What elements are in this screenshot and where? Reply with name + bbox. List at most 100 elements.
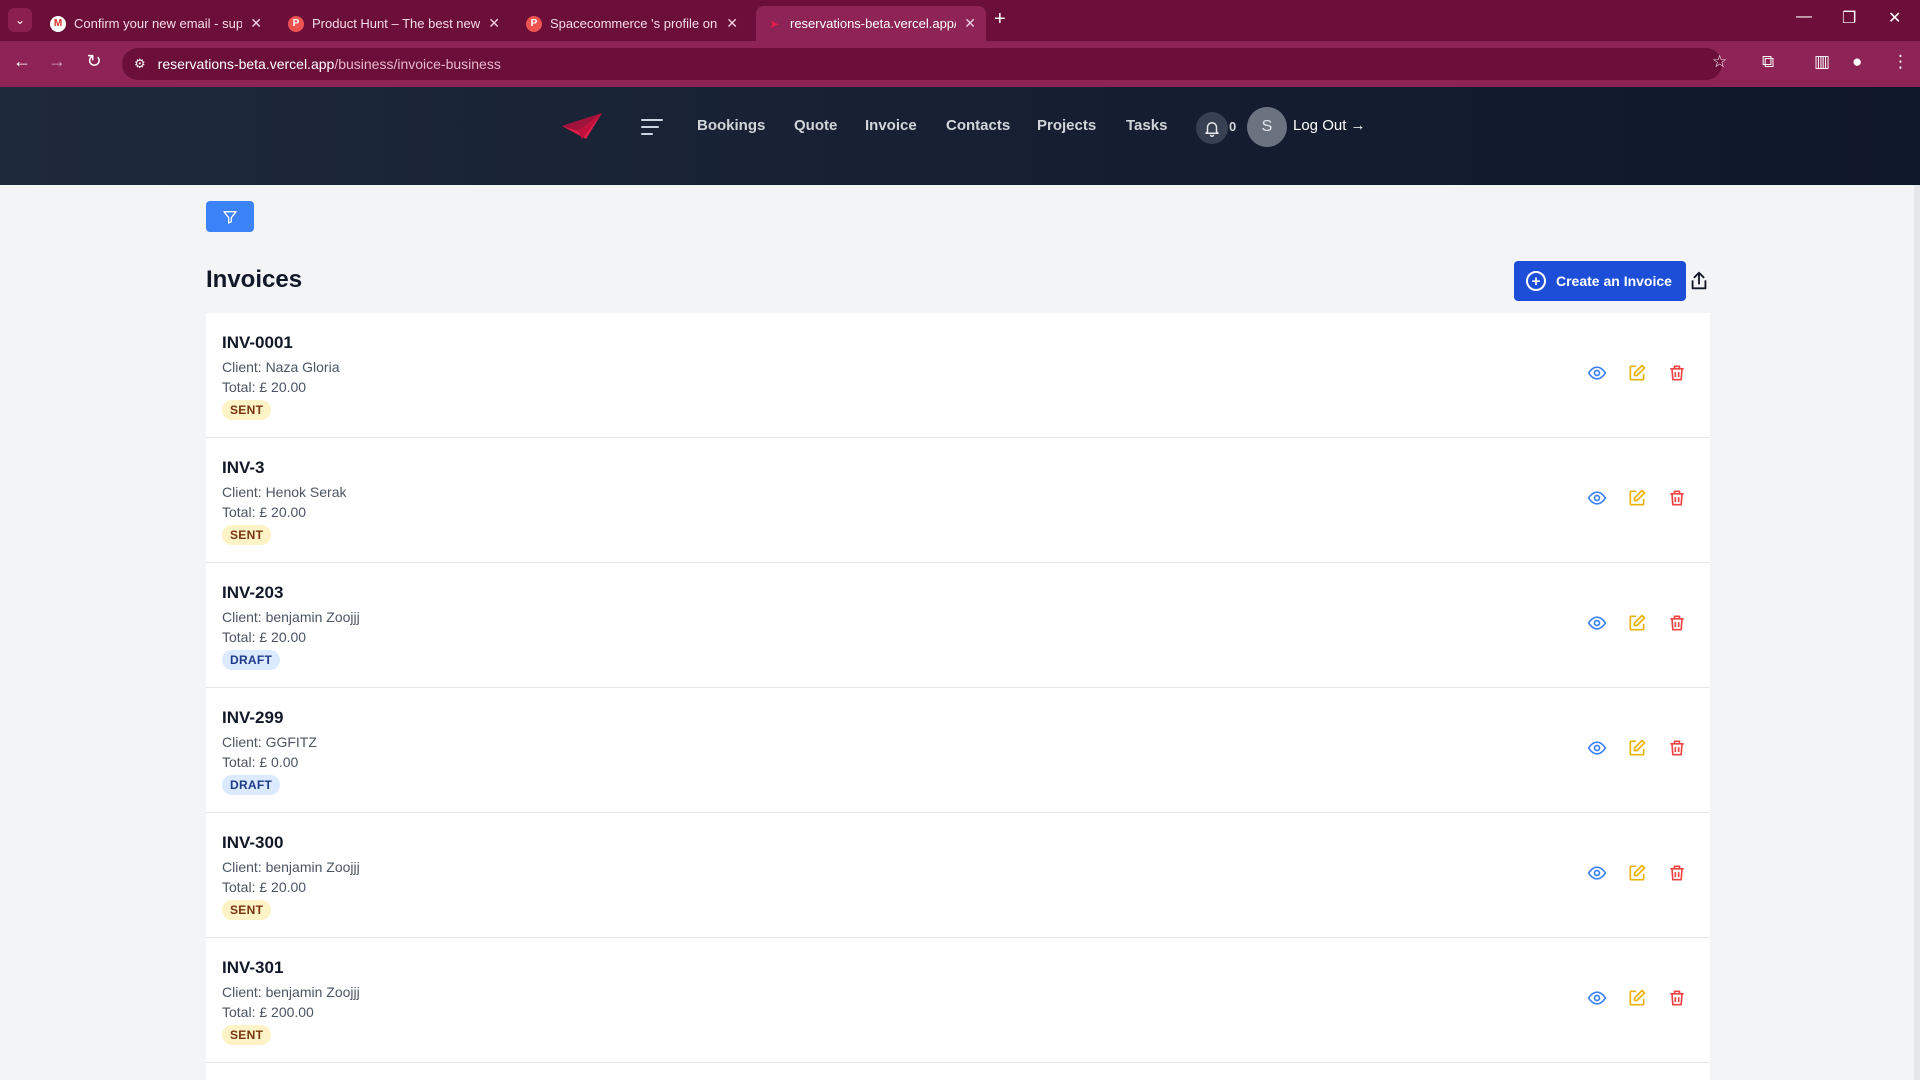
forward-icon[interactable]: → (45, 51, 69, 72)
invoice-client: Client: benjamin Zoojjj (222, 984, 360, 1000)
profile-icon[interactable]: ● (1852, 52, 1862, 72)
site-info-icon[interactable]: ⚙ (134, 56, 146, 72)
edit-pencil-icon[interactable] (1627, 488, 1647, 508)
invoice-number: INV-3 (222, 458, 265, 477)
invoice-total: Total: £ 20.00 (222, 629, 307, 645)
producthunt-icon: P (526, 15, 542, 32)
invoice-row: INV-203 Client: benjamin Zoojjj Total: £… (206, 563, 1710, 688)
invoice-total: Total: £ 200.00 (222, 1004, 314, 1020)
browser-toolbar: ← → ↻ ⚙ reservations-beta.vercel.app /bu… (0, 41, 1920, 87)
delete-trash-icon[interactable] (1667, 988, 1687, 1008)
invoice-row: INV-299 Client: GGFITZ Total: £ 0.00 DRA… (206, 688, 1710, 813)
notifications-button[interactable] (1196, 112, 1228, 144)
invoice-row: INV-0001 Client: Naza Gloria Total: £ 20… (206, 313, 1710, 438)
page-title: Invoices (206, 266, 303, 293)
menu-icon[interactable] (641, 119, 663, 137)
tab-gmail[interactable]: M Confirm your new email - support ✕ (40, 6, 272, 41)
tab-search-chevron-icon[interactable]: ⌄ (8, 8, 32, 32)
view-eye-icon[interactable] (1587, 863, 1607, 883)
extensions-icon[interactable]: ⧉ (1762, 52, 1774, 72)
nav-tasks[interactable]: Tasks (1126, 117, 1167, 134)
invoice-list: INV-0001 Client: Naza Gloria Total: £ 20… (206, 313, 1710, 1080)
invoice-number: INV-299 (222, 708, 284, 727)
close-tab-icon[interactable]: ✕ (726, 15, 738, 32)
delete-trash-icon[interactable] (1667, 488, 1687, 508)
invoice-row: INV-300 Client: benjamin Zoojjj Total: £… (206, 813, 1710, 938)
tab-spacecommerce[interactable]: P Spacecommerce 's profile on Product Hu… (516, 6, 748, 41)
nav-contacts[interactable]: Contacts (946, 117, 1010, 134)
invoice-client: Client: benjamin Zoojjj (222, 859, 360, 875)
browser-menu-icon[interactable]: ⋮ (1892, 52, 1909, 72)
invoice-client: Client: Henok Serak (222, 484, 347, 500)
bookmark-star-icon[interactable]: ☆ (1712, 52, 1727, 72)
view-eye-icon[interactable] (1587, 613, 1607, 633)
browser-chrome: ⌄ M Confirm your new email - support ✕ P… (0, 0, 1920, 87)
delete-trash-icon[interactable] (1667, 363, 1687, 383)
close-window-icon[interactable]: ✕ (1888, 8, 1901, 28)
status-badge: SENT (222, 900, 272, 920)
tab-title: Spacecommerce 's profile on Product Hunt (550, 16, 718, 31)
nav-invoice[interactable]: Invoice (865, 117, 917, 134)
restore-icon[interactable]: ❐ (1842, 8, 1856, 28)
invoice-total: Total: £ 20.00 (222, 379, 307, 395)
avatar[interactable]: S (1247, 107, 1287, 147)
close-tab-icon[interactable]: ✕ (250, 15, 262, 32)
invoice-row: INV-301 Client: benjamin Zoojjj Total: £… (206, 938, 1710, 1063)
delete-trash-icon[interactable] (1667, 863, 1687, 883)
filter-funnel-icon (223, 210, 237, 224)
minimize-icon[interactable]: — (1796, 8, 1812, 26)
status-badge: DRAFT (222, 650, 281, 670)
status-badge: SENT (222, 525, 272, 545)
paper-plane-icon: ➤ (768, 16, 780, 31)
paper-plane-logo-icon[interactable] (562, 113, 602, 141)
reload-icon[interactable]: ↻ (82, 51, 106, 72)
back-icon[interactable]: ← (10, 51, 34, 72)
edit-pencil-icon[interactable] (1627, 863, 1647, 883)
invoice-number: INV-0001 (222, 333, 293, 352)
edit-pencil-icon[interactable] (1627, 988, 1647, 1008)
notification-count: 0 (1229, 119, 1237, 134)
invoice-number: INV-203 (222, 583, 284, 602)
create-invoice-label: Create an Invoice (1556, 273, 1672, 289)
edit-pencil-icon[interactable] (1627, 738, 1647, 758)
close-tab-icon[interactable]: ✕ (488, 15, 500, 32)
side-panel-icon[interactable]: ▥ (1814, 52, 1830, 72)
new-tab-icon[interactable]: + (994, 8, 1006, 31)
tab-title: reservations-beta.vercel.app/business (790, 16, 956, 31)
tab-reservations[interactable]: ➤ reservations-beta.vercel.app/business … (756, 6, 986, 41)
view-eye-icon[interactable] (1587, 988, 1607, 1008)
invoice-client: Client: benjamin Zoojjj (222, 609, 360, 625)
edit-pencil-icon[interactable] (1627, 363, 1647, 383)
url-host: reservations-beta.vercel.app (157, 56, 335, 72)
edit-pencil-icon[interactable] (1627, 613, 1647, 633)
create-invoice-button[interactable]: + Create an Invoice (1514, 261, 1686, 301)
delete-trash-icon[interactable] (1667, 613, 1687, 633)
tab-strip: ⌄ M Confirm your new email - support ✕ P… (0, 0, 1920, 41)
delete-trash-icon[interactable] (1667, 738, 1687, 758)
plus-circle-icon: + (1526, 271, 1546, 291)
nav-projects[interactable]: Projects (1037, 117, 1096, 134)
view-eye-icon[interactable] (1587, 363, 1607, 383)
invoice-row: INV-3 Client: Henok Serak Total: £ 20.00… (206, 438, 1710, 563)
invoice-number: INV-301 (222, 958, 284, 977)
invoice-total: Total: £ 20.00 (222, 879, 307, 895)
view-eye-icon[interactable] (1587, 488, 1607, 508)
bell-icon (1205, 122, 1219, 137)
page-scrollbar[interactable] (1914, 185, 1920, 1080)
address-bar[interactable]: ⚙ reservations-beta.vercel.app /business… (122, 48, 1722, 80)
filter-button[interactable] (206, 201, 254, 232)
tab-producthunt[interactable]: P Product Hunt – The best new products ✕ (278, 6, 510, 41)
status-badge: SENT (222, 1025, 272, 1045)
nav-quote[interactable]: Quote (794, 117, 837, 134)
gmail-icon: M (50, 15, 66, 32)
app-header: Bookings Quote Invoice Contacts Projects… (0, 87, 1920, 185)
status-badge: DRAFT (222, 775, 281, 795)
invoice-total: Total: £ 0.00 (222, 754, 299, 770)
export-share-icon[interactable] (1688, 270, 1710, 292)
producthunt-icon: P (288, 15, 304, 32)
invoice-number: INV-300 (222, 833, 284, 852)
logout-link[interactable]: Log Out → (1293, 117, 1366, 134)
close-tab-icon[interactable]: ✕ (964, 15, 976, 32)
view-eye-icon[interactable] (1587, 738, 1607, 758)
nav-bookings[interactable]: Bookings (697, 117, 765, 134)
